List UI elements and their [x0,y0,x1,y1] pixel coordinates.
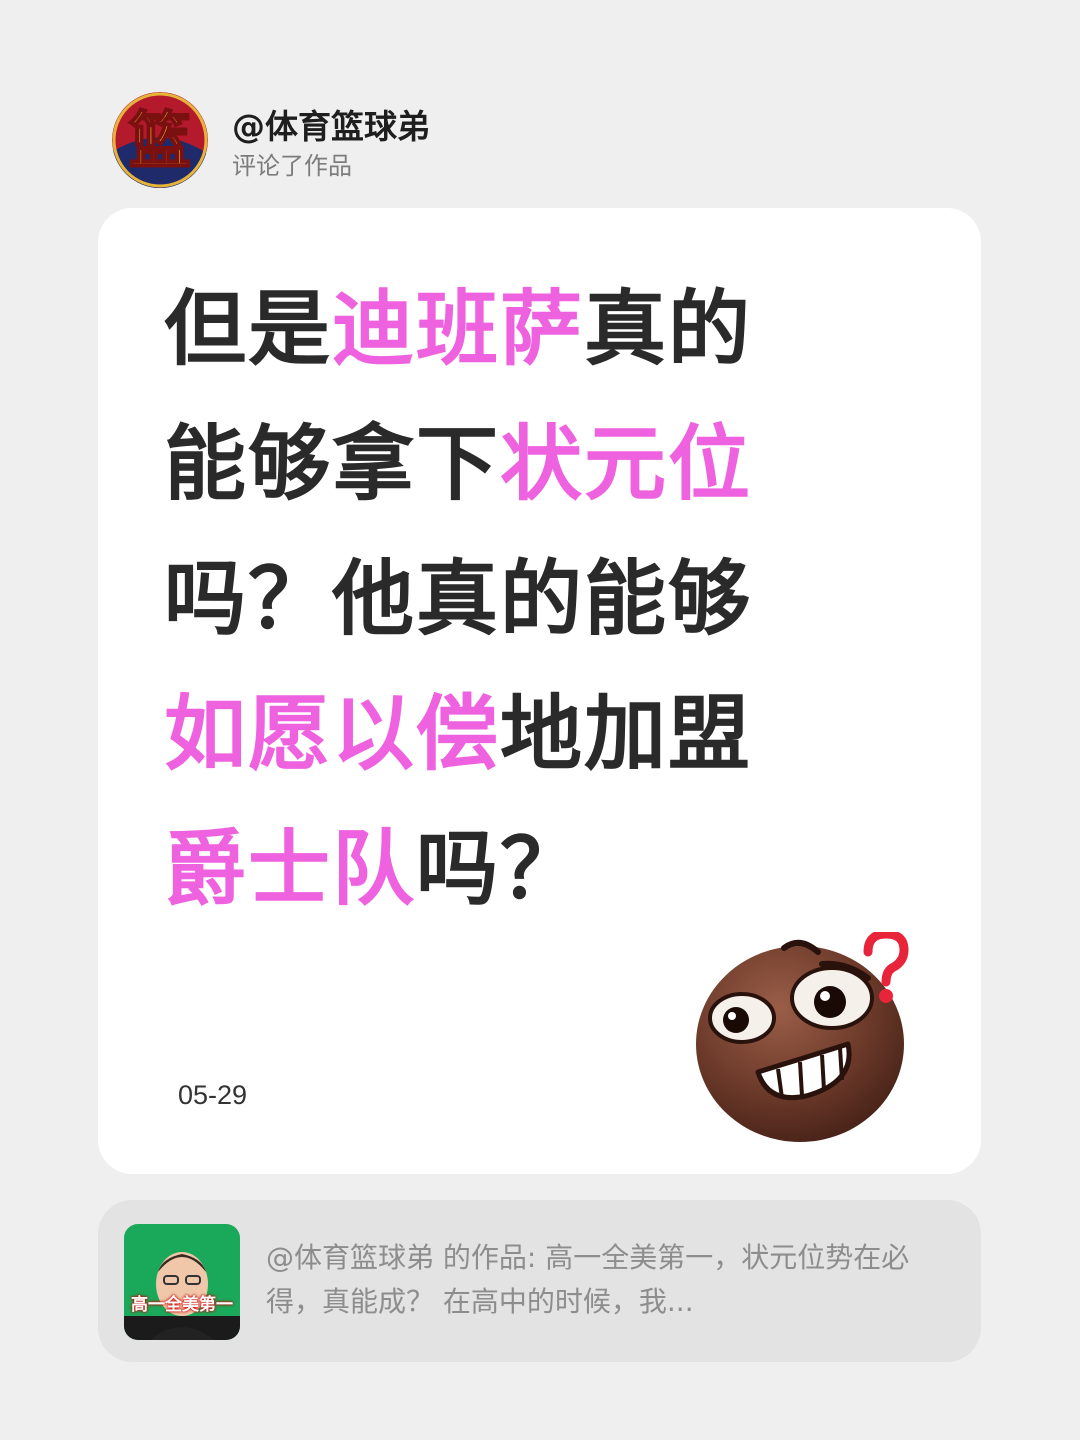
action-text: 评论了作品 [232,152,352,180]
comment-segment: 吗？他真的能够 [164,552,753,647]
referenced-work[interactable]: 高一全美第一 @体育篮球弟 的作品: 高一全美第一，状元位势在必得，真能成？ 在… [98,1200,981,1362]
work-thumbnail[interactable]: 高一全美第一 [124,1224,240,1340]
video-thumbnail-icon [124,1224,240,1340]
comment-segment: 真的 [584,282,753,377]
comment-segment: 吗？ [416,822,585,917]
highlighted-text: 爵士队 [164,822,417,917]
comment-segment: 但是 [164,282,333,377]
comment-header: 篮 @体育篮球弟 评论了作品 [112,92,812,188]
comment-segment: 能够拿下 [164,417,501,512]
username[interactable]: @体育篮球弟 [232,100,430,148]
highlighted-text: 如愿以偿 [164,687,501,782]
work-description[interactable]: @体育篮球弟 的作品: 高一全美第一，状元位势在必得，真能成？ 在高中的时候，我… [266,1236,946,1324]
user-avatar[interactable]: 篮 [112,92,208,188]
comment-date: 05-29 [178,1080,248,1110]
comment-line: 如愿以偿地加盟 [164,667,844,802]
comment-line: 能够拿下状元位 [164,397,844,532]
comment-card: 但是迪班萨真的 能够拿下状元位 吗？他真的能够 如愿以偿地加盟 爵士队吗？ 05-29 [98,208,981,1174]
highlighted-text: 迪班萨 [332,282,585,377]
highlighted-text: 状元位 [500,417,753,512]
comment-segment: 地加盟 [500,687,753,782]
comment-line: 爵士队吗？ [164,802,844,937]
comment-line: 吗？他真的能够 [164,532,844,667]
basketball-logo-avatar-icon: 篮 [112,92,208,188]
avatar-glyph: 篮 [129,104,191,177]
thumbnail-caption: 高一全美第一 [131,1295,233,1315]
confused-grinning-face-emoji-icon [696,932,909,1142]
comment-text: 但是迪班萨真的 能够拿下状元位 吗？他真的能够 如愿以偿地加盟 爵士队吗？ [164,262,844,937]
comment-line: 但是迪班萨真的 [164,262,844,397]
